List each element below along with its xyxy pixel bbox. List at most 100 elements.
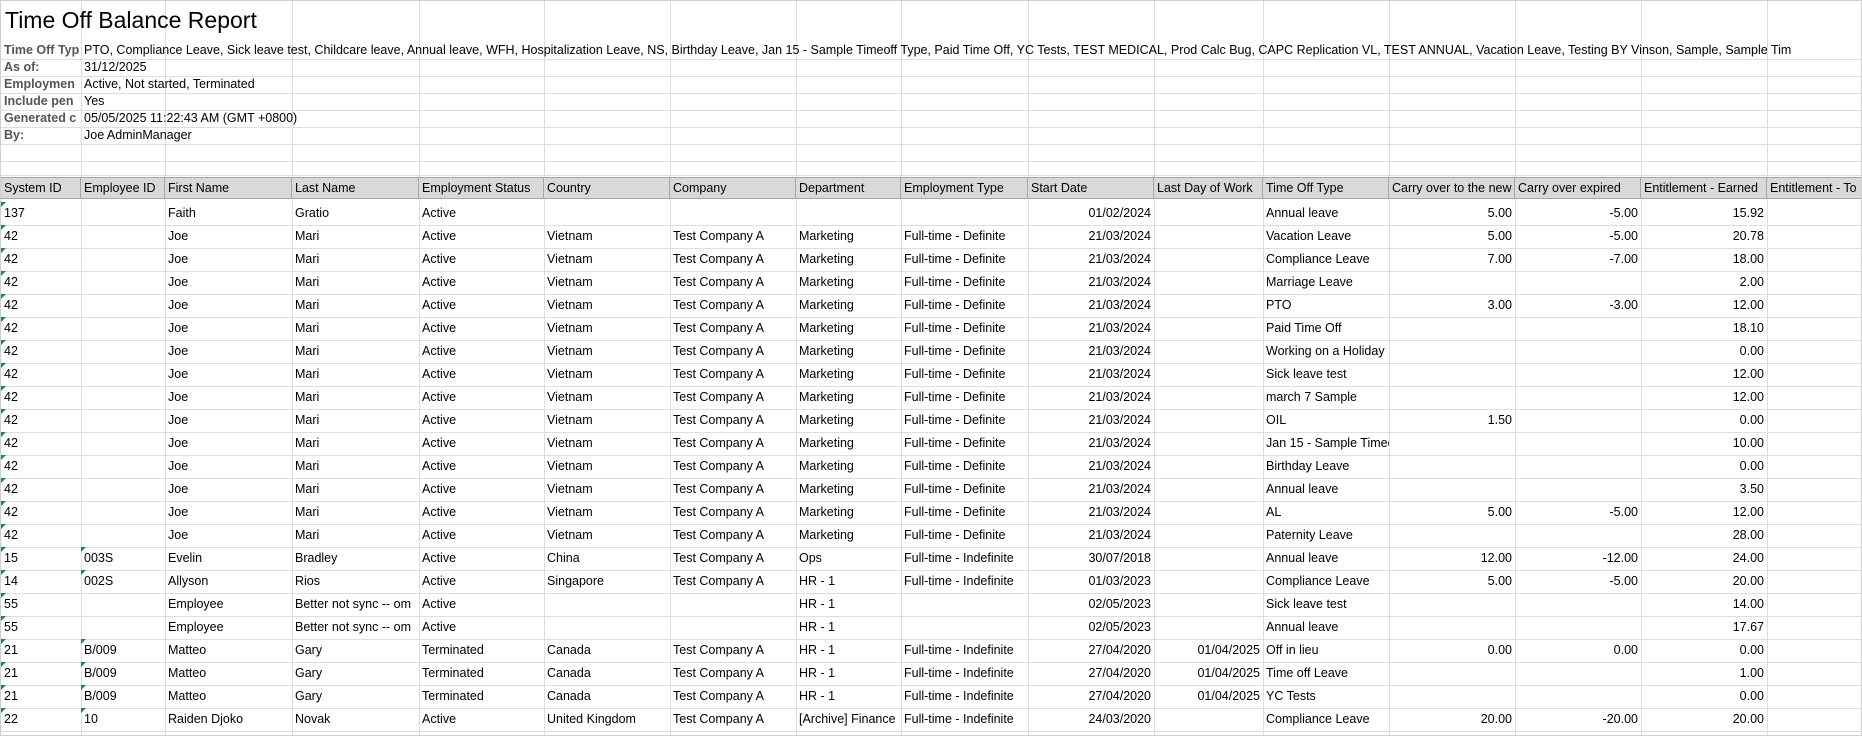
table-cell[interactable] bbox=[1154, 248, 1263, 271]
table-cell[interactable] bbox=[1389, 478, 1515, 501]
table-cell[interactable]: 42 bbox=[1, 455, 81, 478]
table-cell[interactable]: Mari bbox=[292, 409, 419, 432]
table-cell[interactable]: Annual leave bbox=[1263, 547, 1389, 570]
table-cell[interactable]: 42 bbox=[1, 340, 81, 363]
table-cell[interactable]: Marketing bbox=[796, 271, 901, 294]
table-cell[interactable]: 42 bbox=[1, 501, 81, 524]
table-cell[interactable]: Full-time - Definite bbox=[901, 524, 1028, 547]
table-cell[interactable] bbox=[1389, 616, 1515, 639]
table-cell[interactable]: Novak bbox=[292, 708, 419, 731]
table-cell[interactable]: Active bbox=[419, 547, 544, 570]
table-cell[interactable] bbox=[1389, 685, 1515, 708]
table-cell[interactable]: Joe bbox=[165, 501, 292, 524]
table-cell[interactable]: 21 bbox=[1, 662, 81, 685]
table-cell[interactable]: Marketing bbox=[796, 248, 901, 271]
table-cell[interactable]: Marketing bbox=[796, 432, 901, 455]
table-cell[interactable]: Marketing bbox=[796, 294, 901, 317]
table-cell[interactable]: Mari bbox=[292, 271, 419, 294]
table-cell[interactable]: Full-time - Indefinite bbox=[901, 708, 1028, 731]
table-cell[interactable]: 3.50 bbox=[1641, 478, 1767, 501]
table-cell[interactable]: Joe bbox=[165, 271, 292, 294]
column-header[interactable]: Entitlement - To bbox=[1767, 177, 1861, 199]
table-cell[interactable]: Test Company A bbox=[670, 547, 796, 570]
table-cell[interactable]: Ops bbox=[796, 547, 901, 570]
table-cell[interactable]: Marketing bbox=[796, 317, 901, 340]
table-cell[interactable] bbox=[1154, 501, 1263, 524]
table-cell[interactable]: B/009 bbox=[81, 662, 165, 685]
table-cell[interactable]: Gary bbox=[292, 639, 419, 662]
table-cell[interactable] bbox=[1154, 570, 1263, 593]
table-cell[interactable]: HR - 1 bbox=[796, 685, 901, 708]
table-cell[interactable]: Mari bbox=[292, 294, 419, 317]
table-cell[interactable] bbox=[1389, 524, 1515, 547]
table-cell[interactable]: Annual leave bbox=[1263, 616, 1389, 639]
table-cell[interactable]: [Archive] Finance bbox=[796, 708, 901, 731]
table-cell[interactable]: Active bbox=[419, 593, 544, 616]
table-cell[interactable]: Vietnam bbox=[544, 409, 670, 432]
table-cell[interactable]: -7.00 bbox=[1515, 248, 1641, 271]
table-cell[interactable]: Marketing bbox=[796, 524, 901, 547]
table-cell[interactable]: Joe bbox=[165, 386, 292, 409]
table-cell[interactable]: Test Company A bbox=[670, 294, 796, 317]
table-cell[interactable] bbox=[1767, 593, 1861, 616]
table-cell[interactable]: HR - 1 bbox=[796, 639, 901, 662]
table-cell[interactable] bbox=[81, 363, 165, 386]
table-cell[interactable]: Annual leave bbox=[1263, 202, 1389, 225]
column-header[interactable]: First Name bbox=[165, 177, 292, 199]
table-cell[interactable]: 0.00 bbox=[1641, 685, 1767, 708]
table-cell[interactable]: Vietnam bbox=[544, 478, 670, 501]
column-header[interactable]: Employment Status bbox=[419, 177, 544, 199]
table-cell[interactable] bbox=[1767, 202, 1861, 225]
table-cell[interactable]: 0.00 bbox=[1641, 455, 1767, 478]
table-cell[interactable]: Sick leave test bbox=[1263, 363, 1389, 386]
table-cell[interactable]: 42 bbox=[1, 386, 81, 409]
table-cell[interactable] bbox=[1154, 386, 1263, 409]
column-header[interactable]: Entitlement - Earned bbox=[1641, 177, 1767, 199]
table-cell[interactable]: Full-time - Definite bbox=[901, 340, 1028, 363]
table-cell[interactable]: 22 bbox=[1, 708, 81, 731]
table-cell[interactable] bbox=[1767, 225, 1861, 248]
table-cell[interactable] bbox=[1767, 547, 1861, 570]
table-cell[interactable] bbox=[1767, 639, 1861, 662]
table-cell[interactable]: 27/04/2020 bbox=[1028, 639, 1154, 662]
table-cell[interactable]: Mari bbox=[292, 432, 419, 455]
table-cell[interactable]: -20.00 bbox=[1515, 708, 1641, 731]
table-cell[interactable] bbox=[1154, 225, 1263, 248]
column-header[interactable]: Last Day of Work bbox=[1154, 177, 1263, 199]
table-cell[interactable] bbox=[901, 616, 1028, 639]
table-cell[interactable]: Sick leave test bbox=[1263, 593, 1389, 616]
table-cell[interactable]: Gratio bbox=[292, 202, 419, 225]
table-cell[interactable] bbox=[1515, 409, 1641, 432]
table-cell[interactable]: -5.00 bbox=[1515, 501, 1641, 524]
table-cell[interactable] bbox=[1515, 662, 1641, 685]
table-cell[interactable]: Joe bbox=[165, 317, 292, 340]
table-cell[interactable] bbox=[1154, 478, 1263, 501]
table-cell[interactable]: OIL bbox=[1263, 409, 1389, 432]
table-cell[interactable]: 002S bbox=[81, 570, 165, 593]
table-cell[interactable]: Marketing bbox=[796, 501, 901, 524]
table-cell[interactable]: Mari bbox=[292, 248, 419, 271]
table-cell[interactable]: 20.00 bbox=[1641, 708, 1767, 731]
table-cell[interactable]: Evelin bbox=[165, 547, 292, 570]
table-cell[interactable] bbox=[1767, 248, 1861, 271]
table-cell[interactable]: Full-time - Indefinite bbox=[901, 547, 1028, 570]
table-cell[interactable] bbox=[1515, 386, 1641, 409]
table-cell[interactable]: 5.00 bbox=[1389, 225, 1515, 248]
table-cell[interactable]: Mari bbox=[292, 524, 419, 547]
table-cell[interactable]: march 7 Sample bbox=[1263, 386, 1389, 409]
table-cell[interactable]: 21/03/2024 bbox=[1028, 386, 1154, 409]
table-cell[interactable] bbox=[1154, 524, 1263, 547]
table-cell[interactable]: 1.00 bbox=[1641, 662, 1767, 685]
table-cell[interactable] bbox=[1767, 294, 1861, 317]
table-cell[interactable]: Marketing bbox=[796, 455, 901, 478]
table-cell[interactable] bbox=[901, 202, 1028, 225]
table-cell[interactable]: Full-time - Definite bbox=[901, 225, 1028, 248]
table-cell[interactable]: Test Company A bbox=[670, 570, 796, 593]
table-cell[interactable]: 42 bbox=[1, 225, 81, 248]
table-cell[interactable] bbox=[81, 340, 165, 363]
table-cell[interactable]: Jan 15 - Sample Timeoff Type bbox=[1263, 432, 1389, 455]
table-cell[interactable]: 12.00 bbox=[1641, 501, 1767, 524]
table-cell[interactable]: 12.00 bbox=[1641, 294, 1767, 317]
column-header[interactable]: System ID bbox=[1, 177, 81, 199]
column-header[interactable]: Carry over expired bbox=[1515, 177, 1641, 199]
